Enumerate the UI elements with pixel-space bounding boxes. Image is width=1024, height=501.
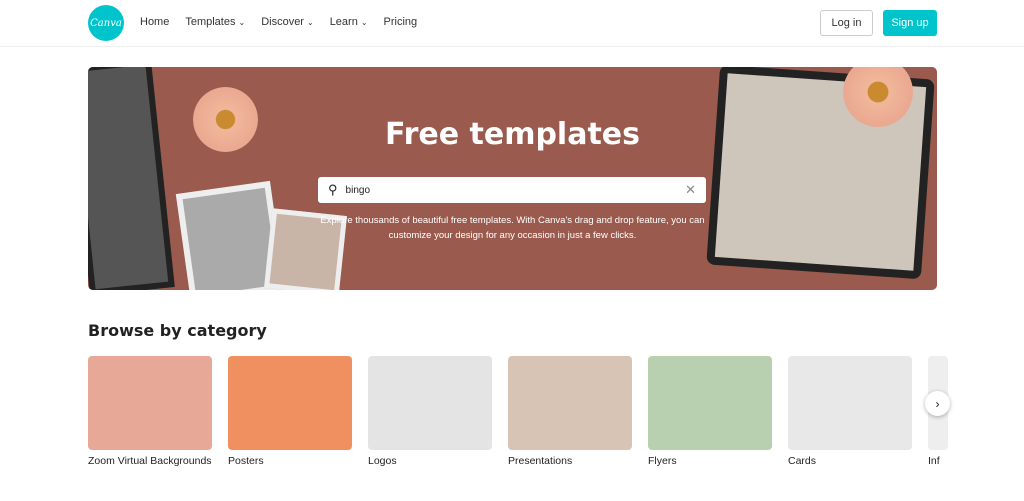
category-tile[interactable]: Flyers [648, 356, 772, 467]
category-tile[interactable]: Logos [368, 356, 492, 467]
nav-pricing[interactable]: Pricing [384, 16, 418, 28]
category-label: Logos [368, 455, 397, 467]
nav-home[interactable]: Home [140, 16, 169, 28]
chevron-down-icon: ⌄ [238, 18, 246, 27]
hero-title: Free templates [385, 117, 640, 152]
nav-templates[interactable]: Templates ⌄ [185, 16, 245, 28]
category-thumbnail [368, 356, 492, 450]
category-label: Presentations [508, 455, 573, 467]
category-label: Cards [788, 455, 817, 467]
chevron-right-icon: › [935, 396, 940, 411]
nav-learn[interactable]: Learn ⌄ [330, 16, 368, 28]
chevron-down-icon: ⌄ [306, 18, 314, 27]
login-button[interactable]: Log in [820, 10, 873, 36]
canva-logo[interactable]: Canva [88, 5, 124, 41]
nav-label: Learn [329, 16, 358, 28]
description-line: Explore thousands of beautiful free temp… [320, 215, 705, 226]
search-icon: ⚲ [328, 182, 338, 197]
category-tile[interactable]: Posters [228, 356, 352, 467]
category-label: Inf [928, 455, 940, 467]
carousel-next-button[interactable]: › [925, 391, 950, 416]
category-tile[interactable]: Cards [788, 356, 912, 467]
category-thumbnail [228, 356, 352, 450]
clear-icon[interactable]: ✕ [685, 182, 696, 198]
category-tile[interactable]: Presentations [508, 356, 632, 467]
category-label: Flyers [648, 455, 677, 467]
nav-discover[interactable]: Discover ⌄ [261, 16, 314, 28]
section-title: Browse by category [88, 321, 267, 340]
hero-banner: Free templates ⚲ bingo ✕ Explore thousan… [88, 67, 937, 290]
header: Canva Home Templates ⌄ Discover ⌄ Learn ⌄ P… [0, 0, 1024, 47]
category-label: Zoom Virtual Backgrounds [88, 455, 212, 467]
nav-label: Pricing [383, 16, 418, 28]
chevron-down-icon: ⌄ [360, 18, 368, 27]
tablet-image-left [88, 67, 175, 290]
search-value: bingo [345, 184, 370, 196]
signup-button[interactable]: Sign up [883, 10, 937, 36]
nav-label: Templates [185, 16, 236, 28]
category-label: Posters [228, 455, 264, 467]
category-tile[interactable]: Zoom Virtual Backgrounds [88, 356, 212, 467]
category-thumbnail [88, 356, 212, 450]
main-nav: Home Templates ⌄ Discover ⌄ Learn ⌄ Pricing [140, 16, 417, 28]
category-thumbnail [508, 356, 632, 450]
category-thumbnail [648, 356, 772, 450]
category-thumbnail [788, 356, 912, 450]
nav-label: Discover [261, 16, 304, 28]
description-line: customize your design for any occasion i… [388, 230, 637, 241]
nav-label: Home [140, 16, 170, 28]
template-search-input[interactable]: ⚲ bingo ✕ [318, 177, 706, 203]
hero-description: Explore thousands of beautiful free temp… [88, 213, 937, 243]
